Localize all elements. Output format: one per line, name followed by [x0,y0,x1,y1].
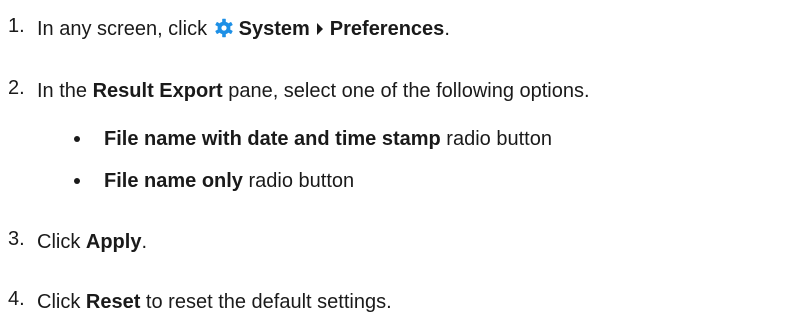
option-suffix: radio button [440,128,552,150]
menu-system: System [238,18,310,40]
step-text-post: . [444,18,450,40]
menu-item-preferences: Preferences [329,18,445,40]
step-text: Click Apply. [37,230,147,254]
step-number: 4. [8,288,25,310]
gear-icon [214,18,233,38]
step-text: Click Reset to reset the default setting… [37,290,392,314]
step-number: 1. [8,15,25,37]
pane-name: Result Export [92,80,223,102]
step-number: 2. [8,77,25,99]
apply-label: Apply [85,231,142,253]
option-name: File name with date and time stamp [104,128,441,150]
option-name: File name only [104,170,243,192]
step-text-pre: In the [37,80,93,102]
step-text-post: pane, select one of the following option… [222,80,590,102]
step-text: In any screen, click System Preferences. [37,17,450,41]
option-suffix: radio button [242,170,355,192]
step-text-pre: Click [37,231,86,253]
step-text: In the Result Export pane, select one of… [37,79,590,103]
step-text-pre: In any screen, click [37,18,213,40]
caret-right-icon [316,23,323,35]
bullet-icon [74,136,80,142]
step-text-post: to reset the default settings. [140,291,392,313]
bullet-icon [74,178,80,184]
step-text-pre: Click [37,291,86,313]
reset-label: Reset [85,291,141,313]
step-text-post: . [141,231,148,253]
step-number: 3. [8,228,25,250]
